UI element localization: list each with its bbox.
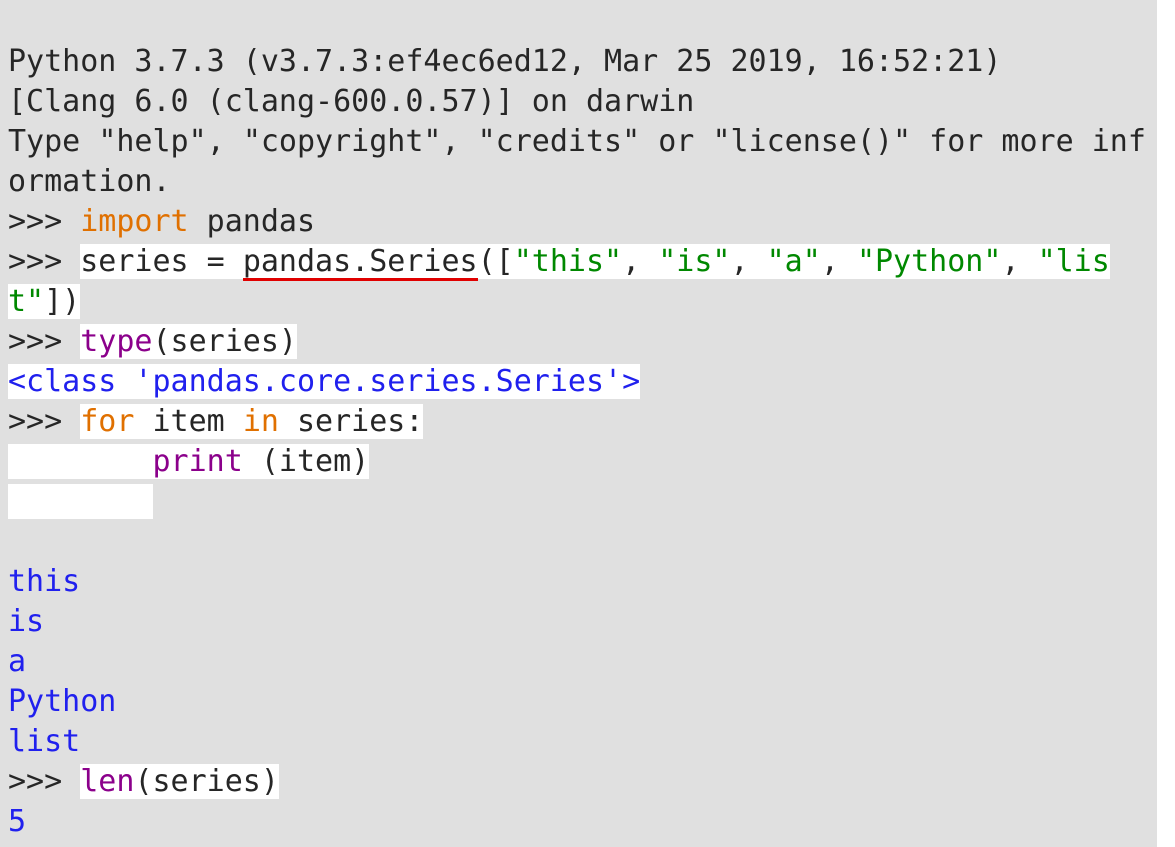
keyword-in: in [243,404,279,439]
string-literal: "Python" [857,244,1002,279]
line-for: >>> for item in series: [8,404,423,439]
keyword-import: import [80,204,188,239]
banner-line-1: Python 3.7.3 (v3.7.3:ef4ec6ed12, Mar 25 … [8,44,1019,79]
python-shell[interactable]: Python 3.7.3 (v3.7.3:ef4ec6ed12, Mar 25 … [0,0,1156,844]
banner-line-2: [Clang 6.0 (clang-600.0.57)] on darwin [8,84,694,119]
line-import: >>> import pandas [8,204,315,239]
output-type: <class 'pandas.core.series.Series'> [8,364,640,399]
line-type-call: >>> type(series) [8,324,297,359]
output-len: 5 [8,804,26,839]
string-literal: "is" [658,244,730,279]
line-print: print (item) [8,444,369,479]
prompt: >>> [8,244,80,279]
banner-line-3: Type "help", "copyright", "credits" or "… [8,124,1146,199]
builtin-len: len [80,764,134,799]
loop-output: this [8,564,80,599]
blank-continuation [8,484,153,519]
prompt: >>> [8,324,80,359]
builtin-print: print [153,444,243,479]
line-series-assign: >>> series = pandas.Series(["this", "is"… [8,244,1110,319]
string-literal: "a" [767,244,821,279]
scrollbar-vertical[interactable] [1157,0,1175,847]
line-len-call: >>> len(series) [8,764,279,799]
keyword-for: for [80,404,134,439]
prompt: >>> [8,404,80,439]
loop-output: is [8,604,44,639]
prompt: >>> [8,764,80,799]
builtin-type: type [80,324,152,359]
loop-output: a [8,644,26,679]
underline-pandas-series: pandas.Series [243,246,478,281]
loop-output: Python [8,684,116,719]
string-literal: "this" [514,244,622,279]
prompt: >>> [8,204,80,239]
loop-output: list [8,724,80,759]
